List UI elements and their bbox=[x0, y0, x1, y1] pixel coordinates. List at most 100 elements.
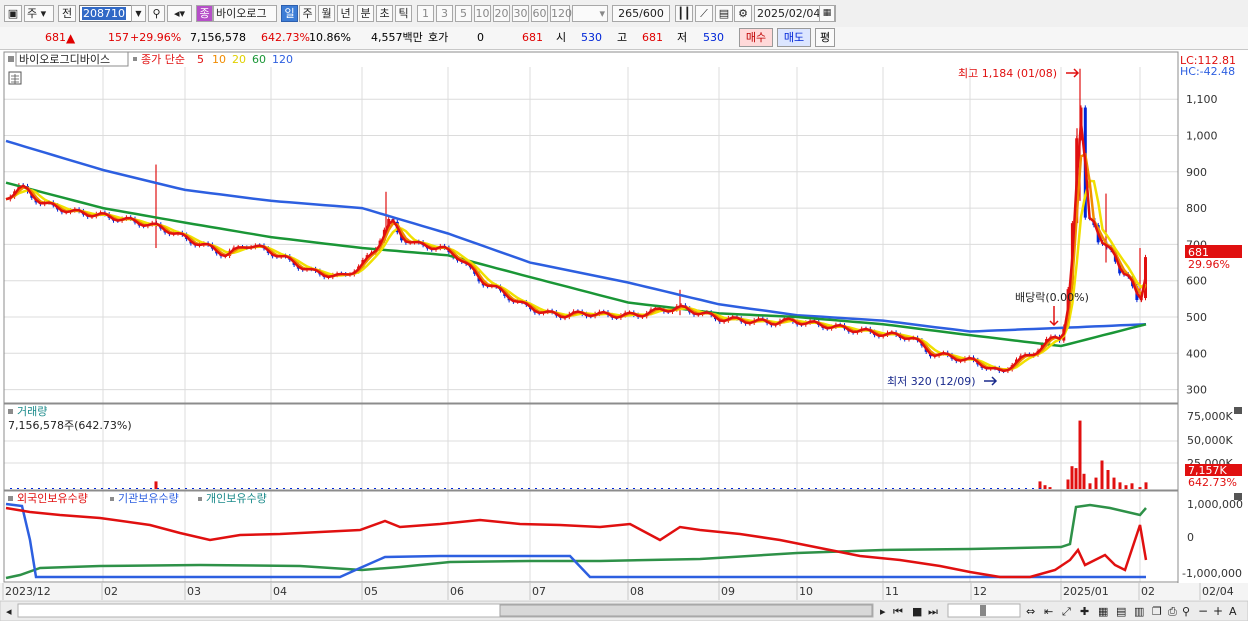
x-label-6: 07 bbox=[532, 585, 546, 598]
x-label-0: 2023/12 bbox=[5, 585, 51, 598]
period-month[interactable]: 월 bbox=[318, 5, 335, 22]
scroll-left-icon[interactable]: ◂ bbox=[6, 605, 12, 618]
stock-code-value: 208710 bbox=[82, 7, 126, 20]
x-label-2: 03 bbox=[187, 585, 201, 598]
open-price: 530 bbox=[581, 31, 602, 44]
data-count-field[interactable]: 265/600 bbox=[612, 5, 670, 22]
stop-icon[interactable]: ■ bbox=[912, 605, 922, 618]
buy-button[interactable]: 매수 bbox=[739, 28, 773, 47]
price-tick-400: 400 bbox=[1186, 347, 1207, 360]
volume-tick-75000k: 75,000K bbox=[1187, 410, 1233, 423]
legend-institution[interactable]: 기관보유수량 bbox=[118, 492, 179, 505]
zoom-slider-thumb[interactable] bbox=[980, 605, 986, 616]
stock-name-field[interactable]: 바이오로그 bbox=[213, 5, 277, 22]
legend-ma10[interactable]: 10 bbox=[212, 53, 226, 66]
high-annotation: 최고 1,184 (01/08) bbox=[958, 67, 1057, 80]
stock-chart[interactable]: 1,1001,000900800700600500400300 LC:112.8… bbox=[0, 50, 1248, 621]
legend-ma120[interactable]: 120 bbox=[272, 53, 293, 66]
search-icon[interactable]: ⚲ bbox=[148, 5, 165, 22]
candle-icon[interactable]: ┃┃ bbox=[675, 5, 693, 22]
scroll-right-icon[interactable]: ▸ bbox=[880, 605, 886, 618]
legend-ma5[interactable]: 5 bbox=[197, 53, 204, 66]
legend-ma20[interactable]: 20 bbox=[232, 53, 246, 66]
interval-120[interactable]: 120 bbox=[550, 5, 572, 22]
grid-icon[interactable]: ▦ bbox=[1098, 605, 1108, 618]
volume-ratio: 642.73% bbox=[261, 31, 310, 44]
expand-icon[interactable]: ⤢ bbox=[1062, 605, 1071, 618]
avg-button[interactable]: 평 bbox=[815, 28, 835, 47]
last-change-tag: 29.96% bbox=[1188, 258, 1230, 271]
legend-individual[interactable]: 개인보유수량 bbox=[206, 492, 267, 505]
period-tick[interactable]: 틱 bbox=[395, 5, 412, 22]
legend-bullet-icon-2 bbox=[110, 497, 114, 501]
sound-icon[interactable]: ◂▾ bbox=[167, 5, 192, 22]
interval-60[interactable]: 60 bbox=[531, 5, 548, 22]
volume-close-icon[interactable] bbox=[1234, 407, 1242, 414]
holdings-tick-neg: -1,000,000 bbox=[1182, 567, 1242, 580]
interval-10[interactable]: 10 bbox=[474, 5, 491, 22]
trade-value: 4,557백만 bbox=[371, 31, 423, 44]
zoom-out-icon[interactable]: − bbox=[1198, 604, 1208, 618]
volume-y-axis: 75,000K 50,000K 25,000K bbox=[1187, 410, 1233, 470]
period-week[interactable]: 주 bbox=[299, 5, 316, 22]
chart-type-icon[interactable]: ▣ bbox=[4, 5, 22, 22]
code-dropdown-icon[interactable]: ▼ bbox=[131, 5, 146, 22]
calendar-icon[interactable]: ▦ bbox=[819, 5, 835, 22]
hoga-label: 호가 bbox=[428, 31, 449, 44]
low-price: 530 bbox=[703, 31, 724, 44]
x-label-11: 12 bbox=[973, 585, 987, 598]
legend-bullet-icon bbox=[8, 56, 14, 62]
holdings-tick-zero: 0 bbox=[1187, 531, 1194, 544]
settings-icon[interactable]: ⚙ bbox=[734, 5, 752, 22]
data-count-max: /600 bbox=[639, 7, 664, 20]
interval-3[interactable]: 3 bbox=[436, 5, 453, 22]
interval-30[interactable]: 30 bbox=[512, 5, 529, 22]
volume-bullet-icon bbox=[8, 409, 13, 414]
interval-1[interactable]: 1 bbox=[417, 5, 434, 22]
x-label-9: 10 bbox=[799, 585, 813, 598]
period-second[interactable]: 초 bbox=[376, 5, 393, 22]
low-annotation: 최저 320 (12/09) bbox=[887, 375, 976, 388]
magnifier-icon[interactable]: ⚲ bbox=[1182, 605, 1190, 618]
legend-ma60[interactable]: 60 bbox=[252, 53, 266, 66]
line-tool-icon[interactable]: ⟋ bbox=[695, 5, 713, 22]
high-label: 고 bbox=[617, 31, 628, 44]
hoga-price: 681 bbox=[522, 31, 543, 44]
volume-last-pct-tag: 642.73% bbox=[1188, 476, 1237, 489]
interval-custom-select[interactable]: ▾ bbox=[572, 5, 608, 22]
price-tick-1100: 1,100 bbox=[1186, 93, 1218, 106]
legend-stock-name: 바이오로그디바이스 bbox=[19, 53, 110, 66]
interval-20[interactable]: 20 bbox=[493, 5, 510, 22]
legend-foreign[interactable]: 외국인보유수량 bbox=[17, 492, 88, 505]
data-count-value: 265 bbox=[618, 7, 640, 20]
price-tick-300: 300 bbox=[1186, 384, 1207, 397]
x-label-7: 08 bbox=[630, 585, 644, 598]
scroll-first-icon[interactable]: ⏮ bbox=[893, 605, 903, 618]
crosshair-icon[interactable]: ✚ bbox=[1080, 605, 1089, 618]
period-year[interactable]: 년 bbox=[337, 5, 354, 22]
interval-5[interactable]: 5 bbox=[455, 5, 472, 22]
table-icon[interactable]: ▥ bbox=[1134, 605, 1144, 618]
period-day[interactable]: 일 bbox=[281, 5, 298, 22]
hoga-value: 0 bbox=[477, 31, 484, 44]
period-type-select[interactable]: 주 ▾ bbox=[24, 5, 54, 22]
chart-toolbar: ▣ 주 ▾ 전 208710 ▼ ⚲ ◂▾ 종 바이오로그 일 주 월 년 분 … bbox=[0, 0, 1248, 28]
chart-icon[interactable]: ▤ bbox=[1116, 605, 1126, 618]
sell-button[interactable]: 매도 bbox=[777, 28, 811, 47]
high-price: 681 bbox=[642, 31, 663, 44]
legend-ma-label: 종가 단순 bbox=[141, 53, 185, 66]
volume-title: 거래량 bbox=[17, 405, 47, 418]
scroll-last-icon[interactable]: ⏭ bbox=[928, 605, 938, 618]
print-icon[interactable]: ⎙ bbox=[1168, 605, 1177, 618]
period-minute[interactable]: 분 bbox=[357, 5, 374, 22]
save-icon[interactable]: ▤ bbox=[715, 5, 733, 22]
zoom-range-icon[interactable]: ⇤ bbox=[1044, 605, 1053, 618]
scrollbar-thumb[interactable] bbox=[499, 604, 873, 617]
zoom-fit-icon[interactable]: ⇔ bbox=[1026, 605, 1035, 618]
jeon-button[interactable]: 전 bbox=[58, 5, 76, 22]
volume-value: 7,156,578 bbox=[190, 31, 246, 44]
zoom-in-icon[interactable]: + bbox=[1213, 604, 1223, 618]
holdings-close-icon[interactable] bbox=[1234, 493, 1242, 500]
font-size-icon[interactable]: A bbox=[1229, 605, 1237, 618]
copy-icon[interactable]: ❐ bbox=[1152, 605, 1162, 618]
